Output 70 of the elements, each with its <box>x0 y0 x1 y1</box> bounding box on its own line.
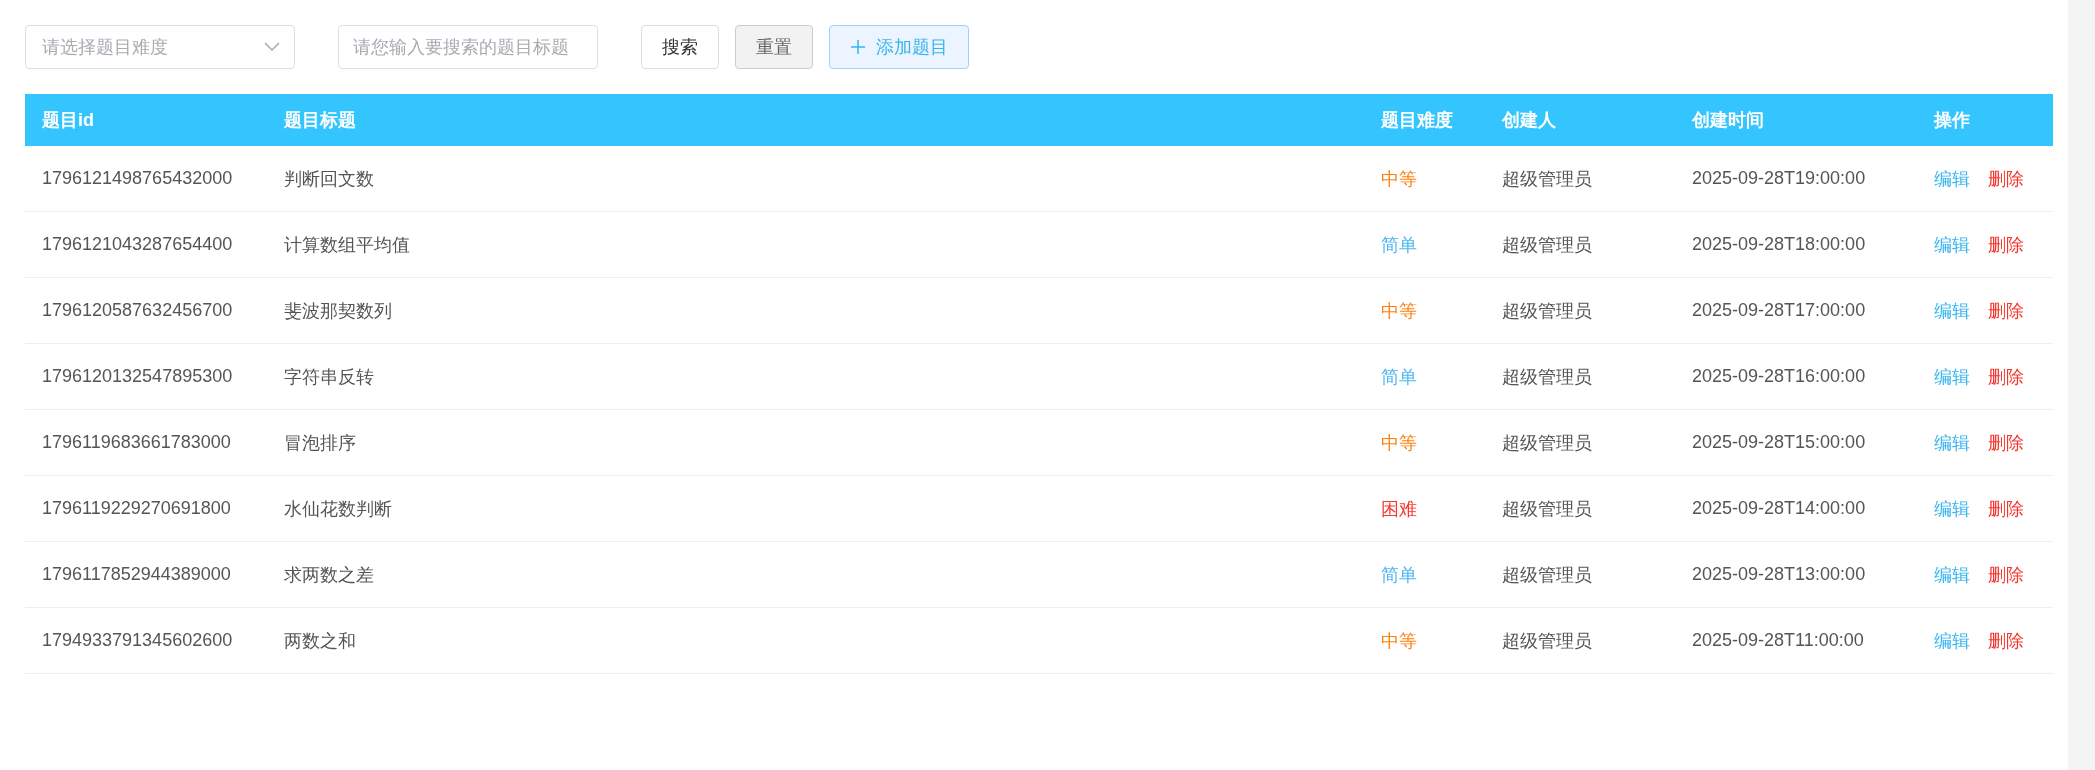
delete-link[interactable]: 删除 <box>1988 298 2024 323</box>
delete-link[interactable]: 删除 <box>1988 430 2024 455</box>
creator-cell: 超级管理员 <box>1502 366 1592 387</box>
difficulty-label: 困难 <box>1381 498 1417 519</box>
edit-link[interactable]: 编辑 <box>1934 364 1970 389</box>
id-cell: 1796121498765432000 <box>42 168 233 188</box>
reset-button[interactable]: 重置 <box>735 25 813 69</box>
id-cell: 1796120132547895300 <box>42 366 233 386</box>
id-cell: 1796121043287654400 <box>42 234 233 254</box>
delete-link[interactable]: 删除 <box>1988 232 2024 257</box>
select-placeholder: 请选择题目难度 <box>42 36 168 59</box>
difficulty-label: 简单 <box>1381 234 1417 255</box>
edit-link[interactable]: 编辑 <box>1934 562 1970 587</box>
id-cell: 1796120587632456700 <box>42 300 233 320</box>
add-button[interactable]: 添加题目 <box>829 25 969 69</box>
id-cell: 1794933791345602600 <box>42 630 233 650</box>
column-header: 题目难度 <box>1381 110 1453 130</box>
title-cell: 计算数组平均值 <box>284 234 410 255</box>
created-time-cell: 2025-09-28T15:00:00 <box>1692 432 1866 452</box>
search-button[interactable]: 搜索 <box>641 25 719 69</box>
created-time-cell: 2025-09-28T16:00:00 <box>1692 366 1866 386</box>
edit-link[interactable]: 编辑 <box>1934 232 1970 257</box>
difficulty-label: 中等 <box>1381 168 1417 189</box>
title-cell: 水仙花数判断 <box>284 498 392 519</box>
edit-link[interactable]: 编辑 <box>1934 496 1970 521</box>
edit-link[interactable]: 编辑 <box>1934 166 1970 191</box>
column-header: 创建人 <box>1502 110 1556 130</box>
title-search-field[interactable]: 请您输入要搜索的题目标题 <box>338 25 598 69</box>
title-cell: 斐波那契数列 <box>284 300 392 321</box>
creator-cell: 超级管理员 <box>1502 564 1592 585</box>
created-time-cell: 2025-09-28T17:00:00 <box>1692 300 1866 320</box>
created-time-cell: 2025-09-28T19:00:00 <box>1692 168 1866 188</box>
delete-link[interactable]: 删除 <box>1988 496 2024 521</box>
title-cell: 冒泡排序 <box>284 432 356 453</box>
creator-cell: 超级管理员 <box>1502 432 1592 453</box>
chevron-down-icon <box>264 42 280 52</box>
edit-link[interactable]: 编辑 <box>1934 628 1970 653</box>
edit-link[interactable]: 编辑 <box>1934 430 1970 455</box>
created-time-cell: 2025-09-28T11:00:00 <box>1692 630 1864 650</box>
delete-link[interactable]: 删除 <box>1988 364 2024 389</box>
creator-cell: 超级管理员 <box>1502 234 1592 255</box>
title-cell: 求两数之差 <box>284 564 374 585</box>
edit-link[interactable]: 编辑 <box>1934 298 1970 323</box>
creator-cell: 超级管理员 <box>1502 168 1592 189</box>
column-header: 题目id <box>42 110 94 130</box>
difficulty-label: 中等 <box>1381 300 1417 321</box>
difficulty-label: 中等 <box>1381 630 1417 651</box>
creator-cell: 超级管理员 <box>1502 630 1592 651</box>
created-time-cell: 2025-09-28T18:00:00 <box>1692 234 1866 254</box>
column-header: 创建时间 <box>1692 110 1764 130</box>
difficulty-select[interactable]: 请选择题目难度 <box>25 25 295 69</box>
created-time-cell: 2025-09-28T13:00:00 <box>1692 564 1866 584</box>
id-cell: 1796119683661783000 <box>42 432 231 452</box>
id-cell: 1796117852944389000 <box>42 564 231 584</box>
column-header: 题目标题 <box>284 110 356 130</box>
delete-link[interactable]: 删除 <box>1988 166 2024 191</box>
delete-link[interactable]: 删除 <box>1988 562 2024 587</box>
difficulty-label: 中等 <box>1381 432 1417 453</box>
creator-cell: 超级管理员 <box>1502 300 1592 321</box>
title-cell: 两数之和 <box>284 630 356 651</box>
id-cell: 1796119229270691800 <box>42 498 231 518</box>
column-header: 操作 <box>1934 110 1970 130</box>
difficulty-label: 简单 <box>1381 564 1417 585</box>
created-time-cell: 2025-09-28T14:00:00 <box>1692 498 1866 518</box>
plus-icon <box>850 39 866 55</box>
creator-cell: 超级管理员 <box>1502 498 1592 519</box>
title-cell: 字符串反转 <box>284 366 374 387</box>
delete-link[interactable]: 删除 <box>1988 628 2024 653</box>
difficulty-label: 简单 <box>1381 366 1417 387</box>
title-cell: 判断回文数 <box>284 168 374 189</box>
